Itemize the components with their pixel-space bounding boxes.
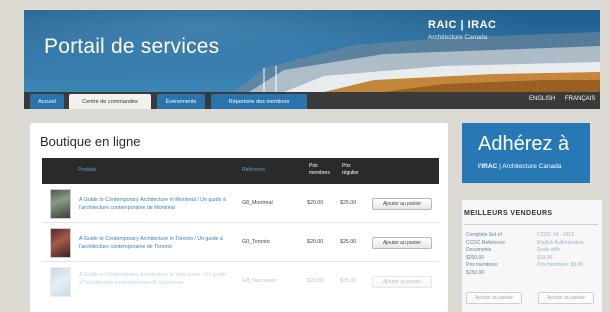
product-reference: G8_Vancouver [242,278,277,284]
product-thumbnail[interactable] [50,189,71,219]
best-seller-line: $18.00 [537,254,553,261]
best-seller-line: Prix membres: $9.00 [537,262,584,268]
best-seller-line: Documents [466,247,492,253]
column-header-regular-price: Prix régulier [342,163,359,176]
best-seller-line: CCDC Reference [466,239,505,246]
table-row: A Guide to Contemporary Architecture in … [42,224,439,262]
main-nav: Accueil Centre de commandes Événements R… [24,92,600,109]
product-title-link[interactable]: A Guide to Contemporary Architecture in … [79,271,229,287]
shop-panel: Boutique en ligne Produits Référence Pri… [30,123,448,312]
tab-evenements[interactable]: Événements [157,94,205,109]
tab-repertoire-des-membres[interactable]: Répertoire des membres [211,94,307,109]
best-seller-line: $200.00 [466,254,485,261]
header-banner: Portail de services RAIC | IRAC Architec… [24,10,600,92]
tab-accueil[interactable]: Accueil [30,94,64,109]
lang-francais-link[interactable]: FRANÇAIS [565,96,595,102]
divider [464,224,598,225]
column-header-reference[interactable]: Référence [242,167,265,174]
add-to-cart-button[interactable]: Ajouter au panier [372,237,432,249]
best-seller-line: CCDC 14 - 2013 [537,232,574,238]
best-sellers-title: MEILLEURS VENDEURS [464,210,553,217]
join-subtitle: l'IRAC | Architecture Canada [478,163,561,170]
best-seller-item[interactable]: CCDC 14 - 2013 English Authorization Sea… [537,232,600,270]
member-price: $20.00 [307,200,324,206]
raic-logo[interactable]: RAIC | IRAC [428,19,496,31]
table-row: A Guide to Contemporary Architecture in … [42,263,439,301]
lang-english-link[interactable]: ENGLISH [529,96,555,102]
regular-price: $25.00 [340,278,357,284]
best-seller-line: $150.00 [466,269,485,276]
add-to-cart-button[interactable]: Ajouter au panier [372,198,432,210]
member-price: $20.00 [307,278,324,284]
table-row: A Guide to Contemporary Architecture in … [42,185,439,223]
product-reference: G8_Montreal [242,200,273,206]
best-seller-line: English Authorization [537,239,584,246]
join-banner[interactable]: Adhérez à l'IRAC | Architecture Canada [462,123,590,183]
product-reference: G0_Toronto [242,239,270,245]
tab-centre-de-commandes[interactable]: Centre de commandes [69,94,151,109]
raic-logo-subtitle: Architecture Canada [428,34,488,41]
add-to-cart-button[interactable]: Ajouter au panier [538,292,594,304]
member-price: $20.00 [307,239,324,245]
product-thumbnail[interactable] [50,267,71,297]
page-title: Boutique en ligne [40,134,141,149]
best-seller-line: Prix membres: [466,262,499,268]
regular-price: $25.00 [340,200,357,206]
portal-title: Portail de services [44,35,220,58]
best-seller-line: Seals with [537,247,560,253]
column-header-member-price: Prix membres [309,163,330,176]
best-seller-line: Complete Set of [466,232,502,238]
product-title-link[interactable]: A Guide to Contemporary Architecture in … [79,196,229,212]
best-seller-item[interactable]: Complete Set of CCDC Reference Documents… [466,232,528,277]
column-header-products[interactable]: Produits [78,167,96,174]
best-sellers-panel: MEILLEURS VENDEURS Complete Set of CCDC … [462,200,602,312]
product-title-link[interactable]: A Guide to Contemporary Architecture in … [79,235,229,251]
product-thumbnail[interactable] [50,228,71,258]
join-brand: l'IRAC [478,163,498,170]
add-to-cart-button[interactable]: Ajouter au panier [466,292,522,304]
join-subtitle-text: | Architecture Canada [499,163,562,170]
table-header: Produits Référence Prix membres Prix rég… [42,158,439,184]
join-title: Adhérez à [478,133,570,155]
regular-price: $25.00 [340,239,357,245]
add-to-cart-button[interactable]: Ajouter au panier [372,276,432,288]
